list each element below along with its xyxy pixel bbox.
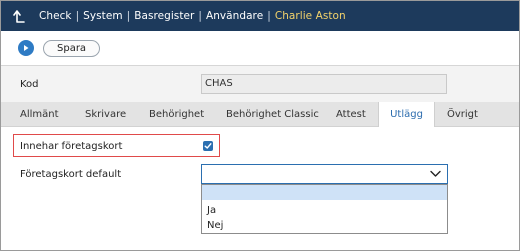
breadcrumb-separator: | (267, 10, 271, 22)
breadcrumb-item[interactable]: Basregister (134, 10, 194, 22)
chevron-down-icon (430, 170, 441, 177)
back-arrow-icon[interactable] (12, 8, 26, 24)
tab-behorighet-classic[interactable]: Behörighet Classic (226, 102, 319, 127)
foretagskort-default-select[interactable] (201, 164, 448, 184)
breadcrumb-separator: | (126, 10, 131, 22)
breadcrumb-separator: | (75, 10, 80, 22)
kod-label: Kod (20, 79, 39, 90)
tab-attest[interactable]: Attest (336, 102, 366, 127)
foretagskort-default-label: Företagskort default (20, 169, 122, 180)
tab-allmant[interactable]: Allmänt (20, 102, 59, 127)
tab-bar: Allmänt Skrivare Behörighet Behörighet C… (1, 102, 519, 127)
tab-behorighet[interactable]: Behörighet (149, 102, 204, 127)
dropdown-option-ja[interactable]: Ja (207, 205, 216, 216)
breadcrumb: Check | System | Basregister | Användare | Charl… (39, 10, 346, 22)
checkmark-icon (204, 143, 212, 149)
foretagskort-label: Innehar företagskort (20, 141, 123, 152)
dropdown-option-nej[interactable]: Nej (207, 220, 223, 231)
window: Check | System | Basregister | Användare | Charl… (0, 0, 520, 251)
breadcrumb-separator: | (198, 10, 202, 22)
tab-skrivare[interactable]: Skrivare (85, 102, 126, 127)
breadcrumb-current-user: Charlie Aston (274, 10, 346, 22)
top-bar: Check | System | Basregister | Användare | Charl… (1, 1, 519, 31)
breadcrumb-item[interactable]: Användare (206, 10, 263, 22)
save-button[interactable]: Spara (43, 39, 101, 57)
dropdown-option-blank[interactable] (202, 185, 447, 200)
breadcrumb-item[interactable]: Check (39, 10, 72, 22)
play-icon[interactable] (18, 40, 34, 56)
breadcrumb-item[interactable]: System (83, 10, 122, 22)
tab-ovrigt[interactable]: Övrigt (447, 102, 478, 127)
tab-utlagg[interactable]: Utlägg (378, 102, 435, 127)
toolbar: Spara (1, 31, 519, 65)
kod-field: CHAS (201, 74, 447, 94)
dropdown-list: Ja Nej (201, 184, 448, 234)
foretagskort-checkbox[interactable] (203, 141, 213, 151)
